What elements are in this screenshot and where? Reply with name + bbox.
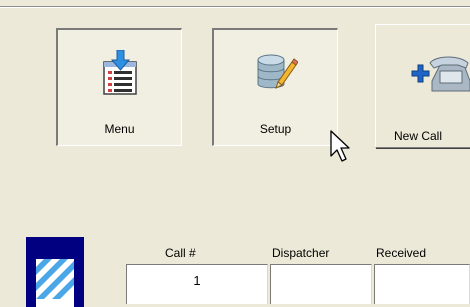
menu-button[interactable]: Menu bbox=[56, 28, 182, 146]
call-number-column-label: Call # bbox=[165, 246, 196, 260]
received-field[interactable] bbox=[374, 264, 470, 304]
database-edit-icon bbox=[257, 54, 298, 89]
setup-button[interactable]: Setup bbox=[212, 28, 338, 146]
call-number-value: 1 bbox=[193, 273, 201, 288]
dispatcher-field[interactable] bbox=[270, 264, 372, 304]
received-column-label: Received bbox=[376, 246, 427, 260]
striped-logo-icon bbox=[36, 259, 74, 307]
top-divider bbox=[0, 0, 470, 7]
app-logo bbox=[26, 237, 84, 307]
new-call-button-label: New Call bbox=[394, 129, 443, 143]
add-phone-icon bbox=[411, 56, 470, 92]
dispatcher-column-label: Dispatcher bbox=[272, 246, 330, 260]
mouse-cursor-icon bbox=[330, 130, 350, 162]
call-number-field[interactable]: 1 bbox=[126, 264, 268, 304]
menu-list-icon bbox=[102, 50, 137, 95]
menu-button-label: Menu bbox=[104, 122, 135, 136]
new-call-button[interactable]: New Call bbox=[375, 24, 470, 148]
setup-button-label: Setup bbox=[259, 122, 292, 136]
